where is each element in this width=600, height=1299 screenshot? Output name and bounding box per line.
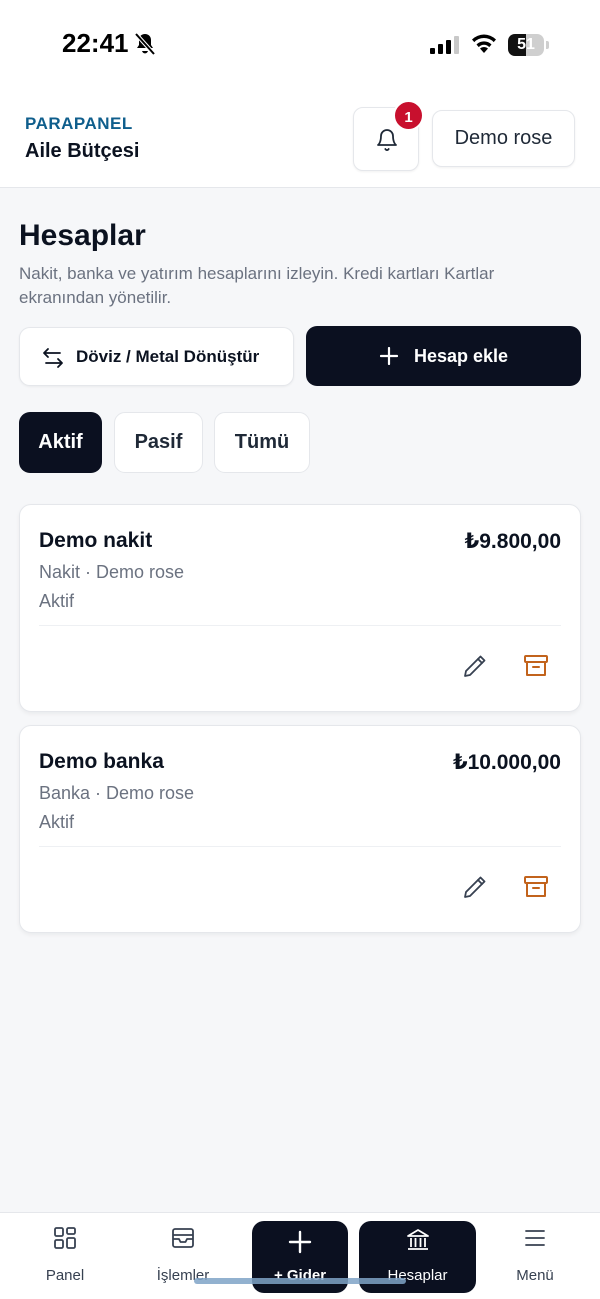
add-account-label: Hesap ekle xyxy=(414,346,509,366)
account-balance: ₺10.000,00 xyxy=(452,751,561,774)
status-bar: 22:41 51 xyxy=(0,0,600,90)
account-meta: Nakit · Demo rose xyxy=(39,562,185,582)
edit-pencil-icon[interactable] xyxy=(461,652,489,680)
battery-percent: 51 xyxy=(517,36,535,53)
app-header: PARAPANEL Aile Bütçesi Demo rose xyxy=(0,90,600,188)
account-status: Aktif xyxy=(39,591,75,611)
battery-nub xyxy=(546,41,549,49)
archive-box-icon[interactable] xyxy=(522,873,550,901)
bell-off-icon xyxy=(134,32,156,56)
account-card[interactable]: Demo banka ₺10.000,00 Banka · Demo rose … xyxy=(19,725,581,933)
notification-badge: 1 xyxy=(393,100,424,131)
plus-icon xyxy=(380,347,398,365)
nav-menu-label: Menü xyxy=(516,1267,554,1284)
tab-tumu[interactable]: Tümü xyxy=(214,412,310,473)
card-divider xyxy=(39,846,561,847)
account-name: Demo banka xyxy=(39,750,164,773)
edit-pencil-icon[interactable] xyxy=(461,873,489,901)
brand-name: PARAPANEL xyxy=(25,114,133,133)
signal-icon xyxy=(430,36,459,54)
nav-menu[interactable]: Menü xyxy=(490,1213,580,1299)
plus-icon xyxy=(288,1230,312,1254)
inbox-icon xyxy=(172,1228,194,1248)
card-divider xyxy=(39,625,561,626)
swap-arrows-icon xyxy=(43,348,63,368)
bell-icon xyxy=(377,129,397,151)
add-account-button[interactable]: Hesap ekle xyxy=(306,326,581,386)
wifi-icon xyxy=(472,34,496,53)
user-selector-button[interactable]: Demo rose xyxy=(432,110,575,167)
account-name: Demo nakit xyxy=(39,529,153,552)
home-indicator[interactable] xyxy=(194,1278,406,1284)
grid-icon xyxy=(54,1227,76,1249)
bottom-navigation: Panel İşlemler + Gider Hesaplar Menü xyxy=(0,1212,600,1299)
bank-icon xyxy=(406,1229,429,1250)
status-time: 22:41 xyxy=(62,28,129,58)
convert-currency-label: Döviz / Metal Dönüştür xyxy=(76,347,260,366)
account-meta: Banka · Demo rose xyxy=(39,783,195,803)
archive-box-icon[interactable] xyxy=(522,652,550,680)
nav-islemler[interactable]: İşlemler xyxy=(138,1213,228,1299)
nav-panel[interactable]: Panel xyxy=(20,1213,110,1299)
battery-indicator: 51 xyxy=(508,34,544,56)
account-status: Aktif xyxy=(39,812,75,832)
page-description: Nakit, banka ve yatırım hesaplarını izle… xyxy=(19,264,495,307)
convert-currency-button[interactable]: Döviz / Metal Dönüştür xyxy=(19,327,294,386)
page-title: Hesaplar xyxy=(19,219,146,252)
nav-panel-label: Panel xyxy=(45,1267,85,1284)
tab-pasif[interactable]: Pasif xyxy=(114,412,203,473)
budget-name: Aile Bütçesi xyxy=(25,140,140,162)
account-balance: ₺9.800,00 xyxy=(464,530,561,553)
menu-icon xyxy=(525,1230,545,1246)
account-card[interactable]: Demo nakit ₺9.800,00 Nakit · Demo rose A… xyxy=(19,504,581,712)
tab-aktif[interactable]: Aktif xyxy=(19,412,102,473)
